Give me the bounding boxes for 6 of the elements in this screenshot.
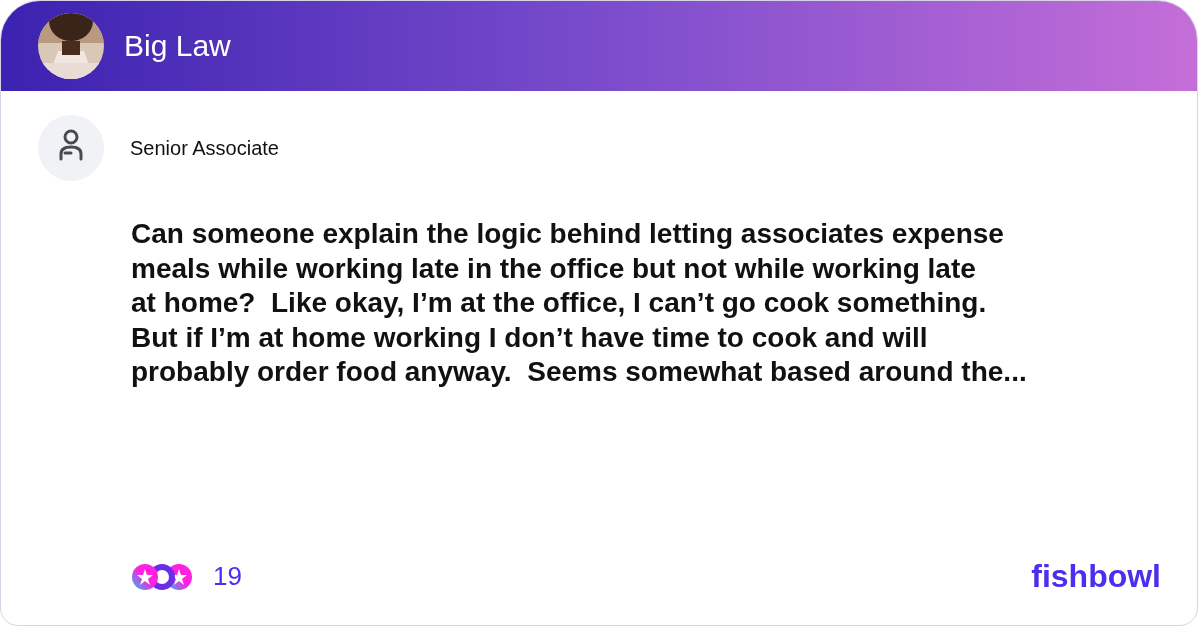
community-title: Big Law — [124, 29, 231, 63]
post-text: Can someone explain the logic behind letting associates expense meals while working late in the office but not while working late at home? Like okay, I’m at the office, I can’t go cook something. But if I’m at home working I don’t have time to cook and will probably order food anyway. Seems somewhat based around the... — [131, 217, 1028, 389]
author-name: Senior Associate — [130, 136, 279, 160]
brand-logo: fishbowl — [1031, 558, 1161, 595]
reaction-count: 19 — [213, 561, 242, 592]
user-icon — [38, 115, 104, 181]
